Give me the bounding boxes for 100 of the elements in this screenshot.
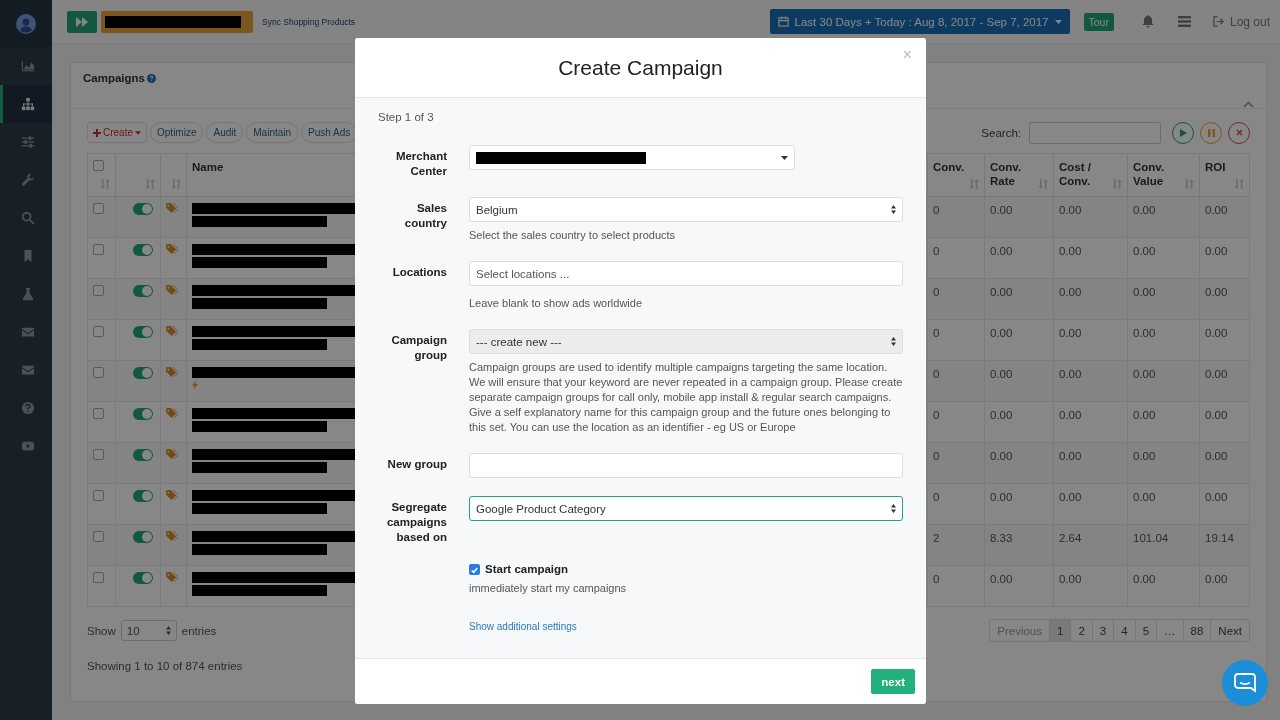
table-cell: 0.00 bbox=[1205, 327, 1228, 339]
updown-icon bbox=[165, 626, 171, 635]
page-button[interactable]: … bbox=[1156, 620, 1183, 641]
close-icon bbox=[1235, 129, 1243, 136]
hierarchy-icon bbox=[20, 97, 35, 111]
row-checkbox[interactable] bbox=[93, 367, 104, 378]
column-header[interactable]: Name bbox=[192, 160, 224, 174]
table-cell: 0.00 bbox=[1059, 286, 1082, 298]
caret-icon bbox=[1054, 19, 1062, 24]
tag-icon bbox=[166, 244, 178, 255]
table-cell: 0 bbox=[933, 368, 940, 380]
field-label: Sales country bbox=[403, 201, 447, 231]
status-toggle[interactable] bbox=[133, 367, 153, 379]
row-checkbox[interactable] bbox=[93, 490, 104, 501]
table-cell: 0 bbox=[933, 327, 940, 339]
table-cell: 0.00 bbox=[990, 450, 1013, 462]
fast-forward-icon bbox=[76, 16, 88, 27]
table-cell: 0.00 bbox=[1133, 327, 1156, 339]
sort-icon bbox=[1183, 178, 1194, 190]
tag-icon bbox=[166, 490, 178, 501]
page-button[interactable]: 3 bbox=[1091, 620, 1114, 641]
page-button[interactable]: 1 bbox=[1049, 620, 1071, 641]
table-cell: 0.00 bbox=[1205, 245, 1228, 257]
row-checkbox[interactable] bbox=[93, 326, 104, 337]
caret-icon bbox=[781, 155, 788, 160]
row-checkbox[interactable] bbox=[93, 449, 104, 460]
table-cell: 0 bbox=[933, 573, 940, 585]
status-toggle[interactable] bbox=[133, 572, 153, 584]
sort-icon bbox=[1233, 178, 1244, 190]
table-cell: 0.00 bbox=[990, 573, 1013, 585]
field-label: New group bbox=[386, 457, 447, 472]
sort-icon bbox=[170, 178, 181, 190]
search-field[interactable] bbox=[1029, 121, 1161, 144]
table-info: Showing 1 to 10 of 874 entries bbox=[86, 659, 244, 672]
column-header[interactable]: ROI bbox=[1205, 160, 1226, 174]
next-button[interactable]: next bbox=[871, 669, 915, 694]
status-toggle[interactable] bbox=[133, 490, 153, 502]
sort-icon bbox=[99, 178, 110, 190]
table-cell: 0.00 bbox=[990, 409, 1013, 421]
sync-products-link[interactable]: Sync Shopping Products bbox=[262, 16, 356, 27]
row-checkbox[interactable] bbox=[93, 203, 104, 214]
row-checkbox[interactable] bbox=[93, 531, 104, 542]
sign-out-icon bbox=[1212, 16, 1224, 27]
checkbox[interactable] bbox=[469, 563, 480, 575]
row-checkbox[interactable] bbox=[93, 285, 104, 296]
row-checkbox[interactable] bbox=[93, 244, 104, 255]
table-cell: 2.64 bbox=[1059, 532, 1082, 544]
status-toggle[interactable] bbox=[133, 285, 153, 297]
input-field[interactable] bbox=[469, 453, 903, 478]
select-field[interactable]: Belgium bbox=[469, 197, 903, 222]
help-text: Leave blank to show ads worldwide bbox=[469, 296, 644, 311]
account-selector[interactable] bbox=[101, 10, 253, 33]
tour-button[interactable]: Tour bbox=[1083, 12, 1114, 31]
area-chart-icon bbox=[20, 59, 35, 73]
page-button[interactable]: 88 bbox=[1182, 620, 1211, 641]
page-button[interactable]: Next bbox=[1210, 620, 1249, 641]
page-length-select[interactable]: 10 bbox=[120, 620, 177, 641]
sort-icon bbox=[1111, 178, 1122, 190]
select-field[interactable]: Google Product Category bbox=[469, 496, 903, 521]
search-label: Search: bbox=[981, 126, 1021, 139]
table-cell: 0.00 bbox=[1205, 573, 1228, 585]
date-range-button[interactable]: Last 30 Days + Today : Aug 8, 2017 - Sep 7, 2017 bbox=[769, 9, 1070, 34]
panel-title: Campaigns bbox=[83, 72, 145, 84]
table-cell: 0.00 bbox=[1133, 409, 1156, 421]
field-label: Merchant Center bbox=[394, 149, 447, 179]
page-button[interactable]: 4 bbox=[1113, 620, 1135, 641]
status-toggle[interactable] bbox=[133, 203, 153, 215]
input-field[interactable]: Select locations ... bbox=[469, 261, 903, 286]
select-all-checkbox[interactable] bbox=[93, 160, 104, 171]
pause-icon bbox=[1207, 128, 1215, 137]
status-toggle[interactable] bbox=[133, 531, 153, 543]
table-cell: 0.00 bbox=[1059, 491, 1082, 503]
status-toggle[interactable] bbox=[133, 408, 153, 420]
row-checkbox[interactable] bbox=[93, 572, 104, 583]
create-dropdown-button[interactable]: Create bbox=[87, 122, 147, 143]
caret-icon bbox=[135, 130, 141, 135]
tag-icon bbox=[166, 326, 178, 337]
fast-forward-button[interactable] bbox=[67, 10, 97, 33]
play-icon bbox=[1179, 128, 1187, 137]
merchant-select[interactable] bbox=[469, 145, 795, 170]
table-cell: 0.00 bbox=[1059, 245, 1082, 257]
search-icon bbox=[20, 211, 35, 225]
sidebar-nav-button[interactable] bbox=[0, 85, 52, 123]
status-toggle[interactable] bbox=[133, 244, 153, 256]
table-cell: 19.14 bbox=[1205, 532, 1234, 544]
help-text: immediately start my campaigns bbox=[469, 581, 628, 596]
status-toggle[interactable] bbox=[133, 326, 153, 338]
field-label: Campaign group bbox=[390, 333, 447, 363]
status-toggle[interactable] bbox=[133, 449, 153, 461]
bell-icon bbox=[1141, 15, 1154, 28]
page-button[interactable]: 2 bbox=[1070, 620, 1092, 641]
column-header[interactable]: Conv. bbox=[933, 160, 965, 174]
sort-icon bbox=[968, 178, 979, 190]
page-button[interactable]: 5 bbox=[1134, 620, 1157, 641]
table-cell: 0.00 bbox=[1205, 450, 1228, 462]
logout-button[interactable]: Log out bbox=[1204, 14, 1270, 29]
chevron-up-icon bbox=[1243, 101, 1254, 108]
field-label: Segregate campaigns based on bbox=[385, 500, 447, 545]
row-checkbox[interactable] bbox=[93, 408, 104, 419]
show-settings-link[interactable]: Show additional settings bbox=[469, 621, 577, 632]
